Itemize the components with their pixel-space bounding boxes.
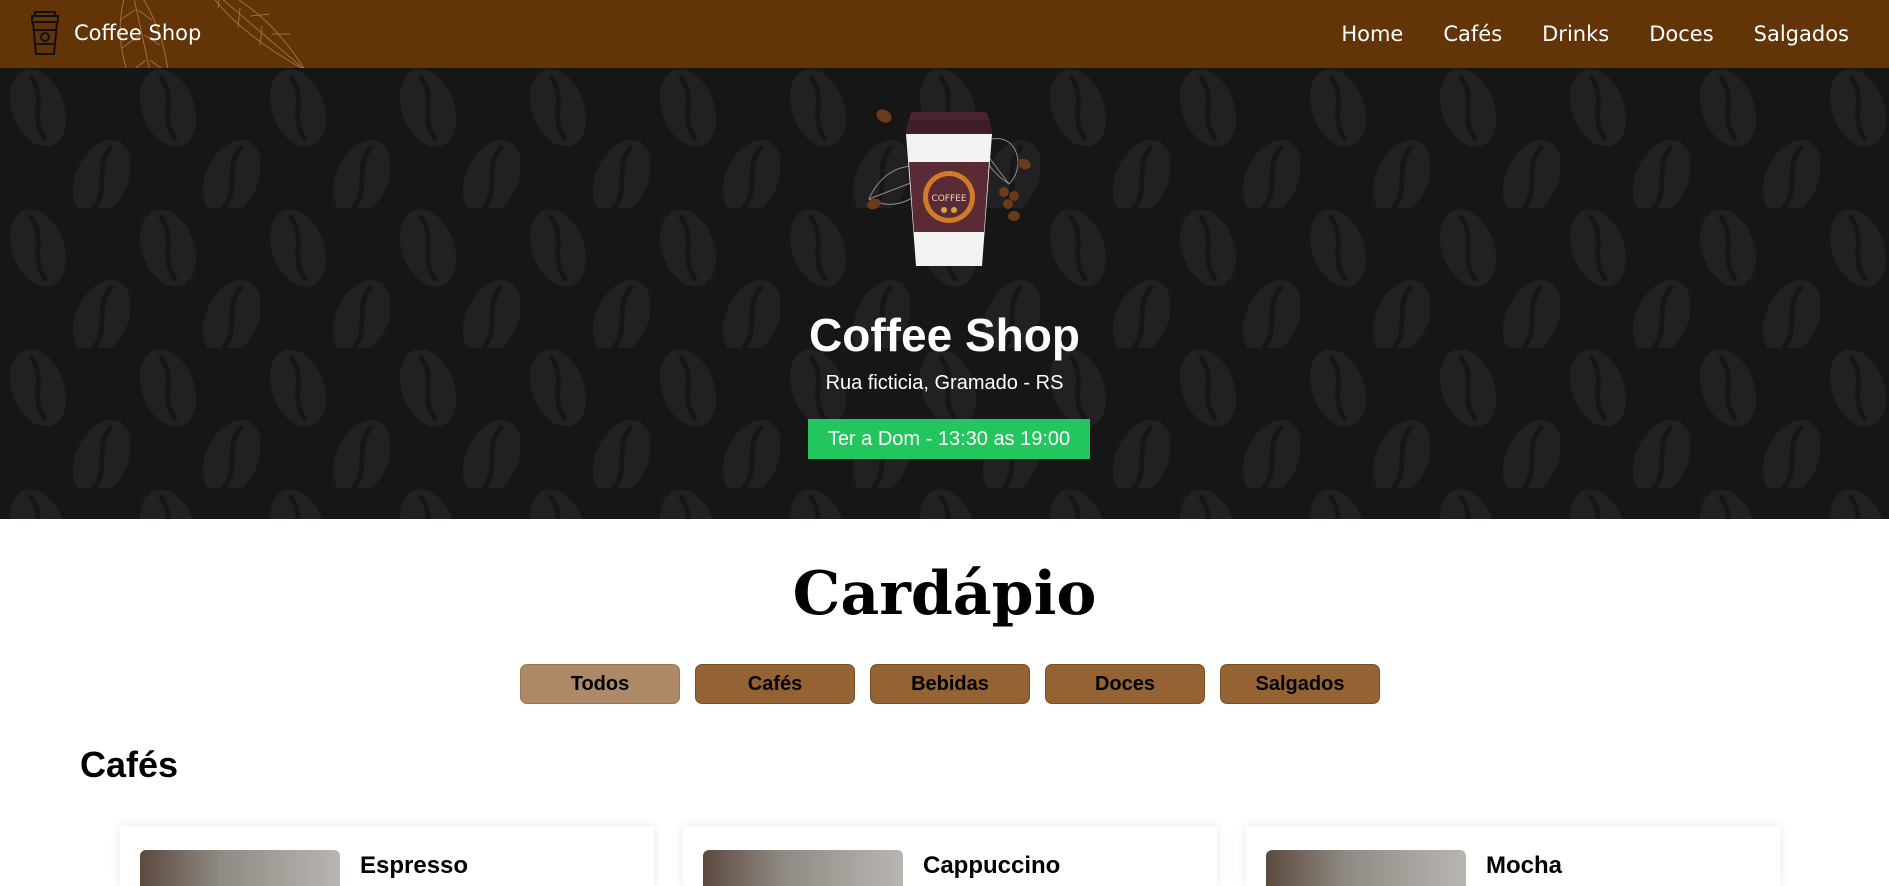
nav-links: Home Cafés Drinks Doces Salgados: [1341, 0, 1849, 68]
brand-link[interactable]: Coffee Shop: [26, 10, 201, 56]
menu-item-image: [703, 850, 903, 886]
menu-item-card[interactable]: Espresso: [120, 826, 654, 886]
menu-item-name: Cappuccino: [923, 852, 1061, 879]
brand-name: Coffee Shop: [74, 21, 202, 45]
hero-banner: COFFEE Coffee Shop Rua ficticia, Gramado…: [0, 68, 1889, 519]
hero-title: Coffee Shop: [809, 309, 1080, 361]
opening-hours-badge: Ter a Dom - 13:30 as 19:00: [808, 419, 1090, 459]
menu-title: Cardápio: [792, 559, 1097, 629]
cup-label: COFFEE: [931, 194, 966, 204]
coffee-cup-icon: [31, 11, 59, 55]
menu-item-image: [140, 850, 340, 886]
nav-link-doces[interactable]: Doces: [1649, 22, 1713, 46]
coffee-cup-illustration: COFFEE: [867, 109, 1031, 266]
filter-button-bebidas[interactable]: Bebidas: [870, 664, 1030, 704]
filter-button-doces[interactable]: Doces: [1045, 664, 1205, 704]
nav-link-cafes[interactable]: Cafés: [1443, 22, 1502, 46]
menu-item-name: Espresso: [360, 852, 469, 879]
filter-button-todos[interactable]: Todos: [520, 664, 680, 704]
hero-address: Rua ficticia, Gramado - RS: [825, 372, 1064, 394]
nav-link-drinks[interactable]: Drinks: [1542, 22, 1609, 46]
menu-item-card[interactable]: Mocha: [1246, 826, 1780, 886]
category-filter-bar: Todos Cafés Bebidas Doces Salgados: [520, 664, 1380, 704]
navbar: Coffee Shop Home Cafés Drinks Doces Salg…: [0, 0, 1889, 68]
nav-link-salgados[interactable]: Salgados: [1754, 22, 1849, 46]
menu-item-card[interactable]: Cappuccino: [683, 826, 1217, 886]
section-title-cafes: Cafés: [80, 744, 179, 785]
menu-item-image: [1266, 850, 1466, 886]
filter-button-cafes[interactable]: Cafés: [695, 664, 855, 704]
nav-link-home[interactable]: Home: [1341, 22, 1403, 46]
filter-button-salgados[interactable]: Salgados: [1220, 664, 1380, 704]
menu-item-name: Mocha: [1486, 852, 1563, 879]
